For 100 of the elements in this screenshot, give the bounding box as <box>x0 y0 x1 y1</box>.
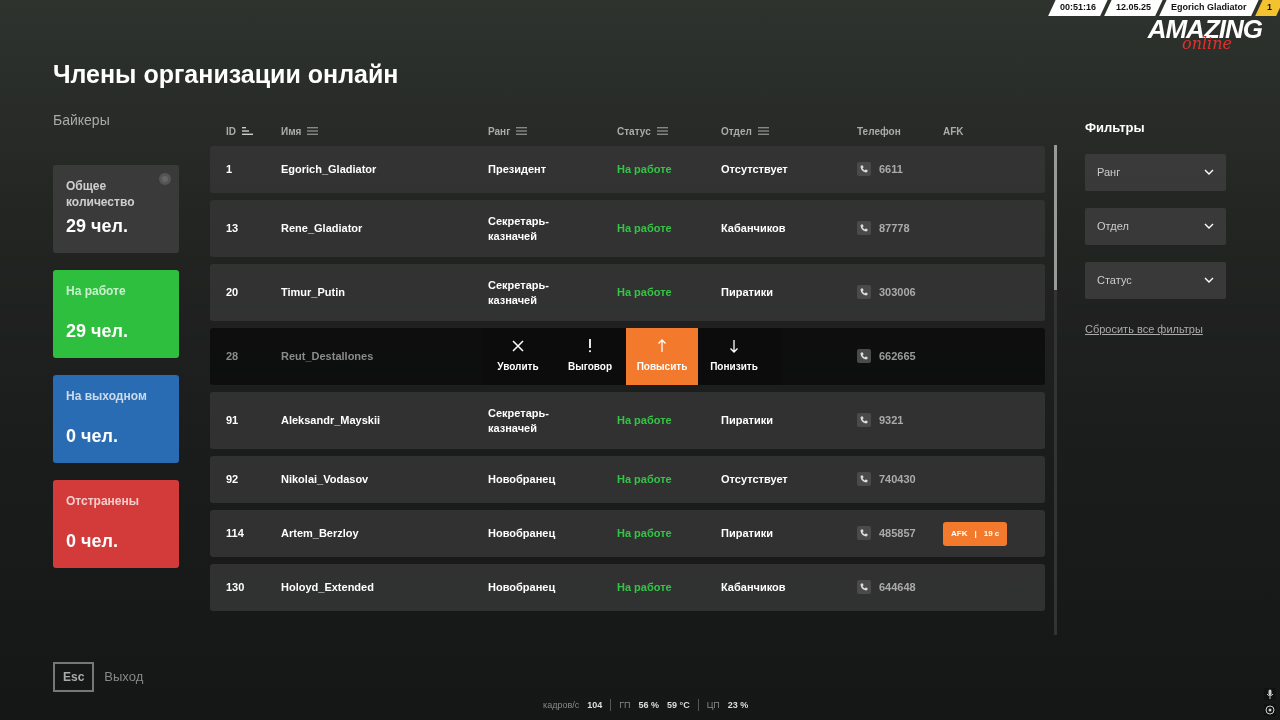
stat-label: На работе <box>66 283 127 299</box>
exit-label[interactable]: Выход <box>104 667 144 687</box>
phone-number: 662665 <box>879 349 916 365</box>
action-button[interactable]: Понизить <box>698 328 770 385</box>
column-header: Телефон <box>857 124 902 139</box>
id-cell-text: 130 <box>226 580 246 596</box>
perf-label: ЦП <box>706 698 720 712</box>
player-name-chip: Egorich Gladiator <box>1159 0 1259 16</box>
scrollbar[interactable] <box>1054 145 1057 635</box>
name-cell-text: Timur_Putin <box>281 285 346 301</box>
column-header[interactable]: Ранг <box>488 123 617 139</box>
id-cell-text: 28 <box>226 349 240 365</box>
action-button[interactable]: Уволить <box>482 328 554 385</box>
table-row[interactable]: 13 Rene_Gladiator Секретарь-казначей На работе Кабанчиков 87778 <box>210 200 1045 257</box>
rank-cell-text: Секретарь-казначей <box>488 213 550 244</box>
column-header: AFK <box>943 124 965 139</box>
scrollbar-thumb[interactable] <box>1054 145 1057 290</box>
sort-icon[interactable] <box>242 127 253 135</box>
arrow-down-icon <box>727 339 741 353</box>
column-header[interactable]: Статус <box>617 123 721 139</box>
afk-label: AFK <box>951 528 968 538</box>
id-cell-text: 92 <box>226 472 240 488</box>
menu-icon[interactable] <box>307 127 319 135</box>
table-row[interactable]: 92 Nikolai_Vodasov Новобранец На работе Отсутствует 740430 <box>210 456 1045 503</box>
status-cell-text: На работе <box>617 221 673 237</box>
menu-icon[interactable] <box>656 127 668 135</box>
rank-cell-text: Новобранец <box>488 580 557 595</box>
department-cell-text: Отсутствует <box>721 472 789 488</box>
name-cell-text: Holoyd_Extended <box>281 580 375 596</box>
filters-title: Фильтры <box>1085 119 1146 137</box>
perf-label: кадров/с <box>543 698 580 712</box>
perf-value: 104 <box>587 698 603 712</box>
department-cell-text: Пиратики <box>721 526 774 542</box>
name-cell-text: Aleksandr_Mayskii <box>281 413 382 429</box>
stat-value: 0 чел. <box>66 530 119 553</box>
name-cell-text: Reut_Destallones <box>281 349 375 365</box>
id-cell-text: 20 <box>226 285 240 301</box>
department-cell-text: Кабанчиков <box>721 580 787 596</box>
phone-icon <box>857 221 871 236</box>
microphone-icon[interactable] <box>1264 688 1276 700</box>
table-row[interactable]: 1 Egorich_Gladiator Президент На работе Отсутствует 6611 <box>210 146 1045 193</box>
department-cell-text: Отсутствует <box>721 162 789 178</box>
chevron-down-icon <box>1204 223 1214 229</box>
filter-dropdown[interactable]: Ранг <box>1085 153 1226 191</box>
table-row[interactable]: 91 Aleksandr_Mayskii Секретарь-казначей На работе Пиратики 9321 <box>210 392 1045 449</box>
column-header[interactable]: Отдел <box>721 123 857 139</box>
perf-value: 56 % <box>638 698 660 712</box>
phone-icon <box>857 349 871 364</box>
phone-icon <box>857 472 871 487</box>
status-cell-text: На работе <box>617 162 673 178</box>
filter-dropdown[interactable]: Отдел <box>1085 207 1226 245</box>
phone-number: 303006 <box>879 285 916 301</box>
stat-value: 29 чел. <box>66 215 129 238</box>
name-cell-text: Egorich_Gladiator <box>281 162 378 178</box>
table-row[interactable]: 20 Timur_Putin Секретарь-казначей На работе Пиратики 303006 <box>210 264 1045 321</box>
action-button[interactable]: Выговор <box>554 328 626 385</box>
phone-icon <box>857 413 871 428</box>
column-header[interactable]: ID <box>226 123 281 139</box>
phone-number: 644648 <box>879 580 916 596</box>
reset-filters-link[interactable]: Сбросить все фильтры <box>1085 322 1203 335</box>
chevron-down-icon <box>1204 277 1214 283</box>
phone-number: 740430 <box>879 472 916 488</box>
id-cell-text: 1 <box>226 162 234 178</box>
table-row[interactable]: 130 Holoyd_Extended Новобранец На работе Кабанчиков 644648 <box>210 564 1045 611</box>
stat-label: Общее количество <box>66 178 136 210</box>
department-cell-text: Пиратики <box>721 413 774 429</box>
status-cell-text: На работе <box>617 285 673 301</box>
chevron-down-icon <box>1204 169 1214 175</box>
id-cell-text: 91 <box>226 413 240 429</box>
filter-dropdown[interactable]: Статус <box>1085 261 1226 299</box>
id-cell-text: 114 <box>226 526 245 542</box>
menu-icon[interactable] <box>757 127 769 135</box>
name-cell-text: Rene_Gladiator <box>281 221 364 237</box>
name-cell-text: Artem_Berzloy <box>281 526 360 542</box>
phone-icon <box>857 526 871 541</box>
stat-value: 29 чел. <box>66 320 129 343</box>
phone-number: 485857 <box>879 526 916 542</box>
perf-value: 59 °C <box>667 698 690 712</box>
phone-number: 9321 <box>879 413 904 429</box>
esc-key[interactable]: Esc <box>53 662 95 692</box>
page-title: Члены организации онлайн <box>53 59 399 90</box>
name-cell-text: Nikolai_Vodasov <box>281 472 370 488</box>
close-icon <box>511 339 525 353</box>
id-cell-text: 13 <box>226 221 240 237</box>
table-row[interactable]: 28 Reut_Destallones 662665 Уволить Выговор Повысить Понизить <box>210 328 1045 385</box>
phone-icon <box>857 580 871 595</box>
rank-cell-text: Секретарь-казначей <box>488 277 550 308</box>
rank-cell-text: Секретарь-казначей <box>488 405 550 436</box>
table-row[interactable]: 114 Artem_Berzloy Новобранец На работе Пиратики 485857 AFK | 19 с <box>210 510 1045 557</box>
phone-icon <box>857 162 871 177</box>
column-header[interactable]: Имя <box>281 123 488 139</box>
menu-icon[interactable] <box>516 127 528 135</box>
phone-number: 6611 <box>879 162 903 178</box>
stat-value: 0 чел. <box>66 425 119 448</box>
stat-label: Отстранены <box>66 493 141 509</box>
rank-cell-text: Новобранец <box>488 472 557 487</box>
afk-separator: | <box>974 528 977 538</box>
organization-name: Байкеры <box>53 111 111 130</box>
stat-label: На выходном <box>66 388 148 404</box>
target-icon[interactable] <box>1264 704 1276 716</box>
